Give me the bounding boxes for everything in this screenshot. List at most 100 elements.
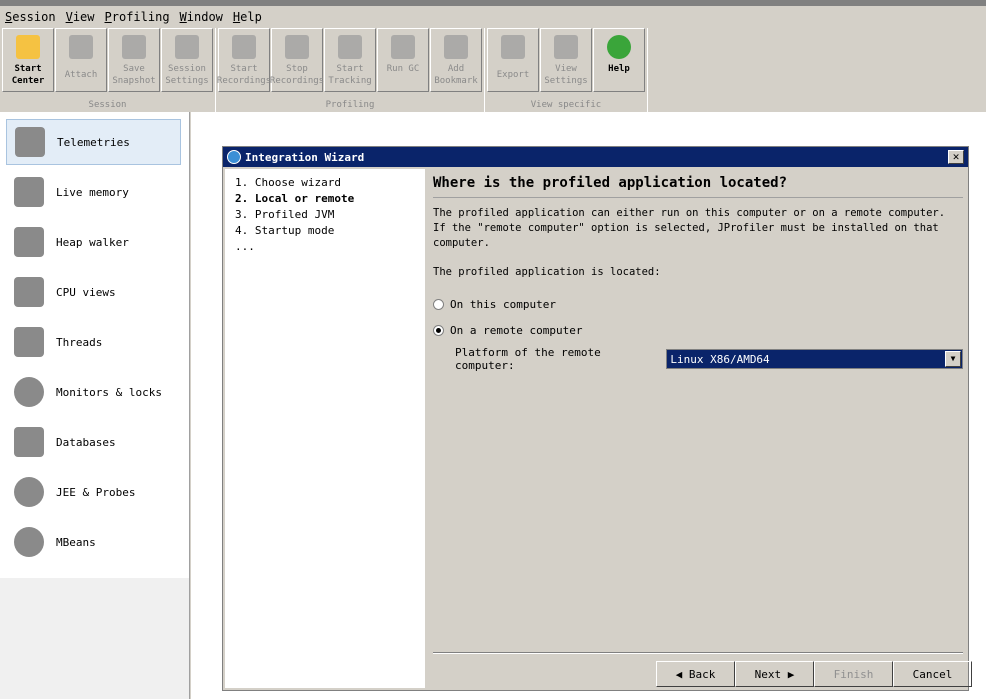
- button-label: Start Recordings: [216, 64, 272, 86]
- back-button[interactable]: ◀ Back: [656, 661, 735, 687]
- sidebar-item-heap-walker[interactable]: Heap walker: [6, 219, 181, 265]
- arrow-right-icon: ▶: [781, 667, 795, 681]
- page-heading: Where is the profiled application locate…: [433, 169, 963, 198]
- step-item-current: 2. Local or remote: [235, 192, 355, 205]
- run-gc-button[interactable]: Run GC: [377, 28, 429, 92]
- sidebar-item-mbeans[interactable]: MBeans: [6, 519, 181, 565]
- view-settings-icon: [554, 35, 578, 59]
- sidebar: Telemetries Live memory Heap walker CPU vie…: [0, 112, 190, 699]
- step-item: 4. Startup mode: [235, 224, 335, 237]
- sidebar-item-cpu-views[interactable]: CPU views: [6, 269, 181, 315]
- radio-checked-icon: [433, 324, 444, 336]
- jprofiler-icon: [227, 150, 241, 164]
- save-snapshot-button[interactable]: Save Snapshot: [108, 28, 160, 92]
- radio-this-computer[interactable]: On this computer: [433, 296, 963, 312]
- radio-remote-computer[interactable]: On a remote computer: [433, 322, 963, 338]
- finish-button[interactable]: Finish: [814, 661, 893, 687]
- button-label: Add Bookmark: [434, 64, 478, 86]
- clipboard-icon: [175, 35, 199, 59]
- radio-label: On a remote computer: [450, 323, 583, 337]
- sidebar-item-databases[interactable]: Databases: [6, 419, 181, 465]
- next-label: Next: [754, 667, 782, 681]
- button-label: Stop Recordings: [269, 64, 325, 86]
- arrow-left-icon: ◀: [675, 667, 689, 681]
- button-label: Run GC: [386, 64, 420, 74]
- sidebar-item-jee-probes[interactable]: JEE & Probes: [6, 469, 181, 515]
- sidebar-item-label: Threads: [56, 335, 103, 349]
- lock-icon: [14, 377, 44, 407]
- telemetries-icon: [15, 127, 45, 157]
- dialog-title-bar[interactable]: Integration Wizard: [223, 147, 968, 167]
- window-title-bar: [0, 0, 986, 6]
- dialog-buttons: ◀ Back Next ▶ Finish Cancel: [656, 661, 972, 687]
- platform-row: Platform of the remote computer: Linux X…: [433, 346, 963, 372]
- start-recordings-button[interactable]: Start Recordings: [216, 28, 272, 92]
- button-label: Save Snapshot: [112, 64, 156, 86]
- sidebar-item-label: Heap walker: [56, 235, 129, 249]
- menu-profiling[interactable]: Profiling: [100, 8, 175, 26]
- sidebar-item-live-memory[interactable]: Live memory: [6, 169, 181, 215]
- view-settings-button[interactable]: View Settings: [540, 28, 592, 92]
- sidebar-item-label: Telemetries: [57, 135, 130, 149]
- button-label: Start Center: [11, 64, 45, 86]
- sidebar-empty-area: [0, 578, 189, 699]
- add-bookmark-button[interactable]: Add Bookmark: [430, 28, 482, 92]
- session-settings-button[interactable]: Session Settings: [161, 28, 213, 92]
- toolbar-buttons: Start Center Attach Save Snapshot Session S…: [2, 28, 213, 94]
- toolbar-buttons: Start Recordings Stop Recordings Start Tra…: [216, 28, 482, 94]
- button-label: View Settings: [544, 64, 588, 86]
- group-label: Profiling: [325, 100, 375, 110]
- bookmark-icon: [444, 35, 468, 59]
- folder-play-icon: [16, 35, 40, 59]
- plug-icon: [69, 35, 93, 59]
- start-center-button[interactable]: Start Center: [2, 28, 54, 92]
- live-memory-icon: [14, 177, 44, 207]
- menu-help[interactable]: Help: [228, 8, 267, 26]
- recycle-icon: [391, 35, 415, 59]
- sidebar-item-label: Monitors & locks: [56, 385, 162, 399]
- button-label: Start Tracking: [328, 64, 372, 86]
- stop-recordings-button[interactable]: Stop Recordings: [269, 28, 325, 92]
- sidebar-item-threads[interactable]: Threads: [6, 319, 181, 365]
- menu-session[interactable]: Session: [0, 8, 61, 26]
- close-button[interactable]: ✕: [948, 150, 964, 164]
- sidebar-item-label: Live memory: [56, 185, 129, 199]
- help-button[interactable]: Help: [593, 28, 645, 92]
- tracking-icon: [338, 35, 362, 59]
- platform-value: Linux X86/AMD64: [670, 352, 770, 366]
- button-label: Session Settings: [165, 64, 209, 86]
- radio-label: On this computer: [450, 297, 556, 311]
- platform-label: Platform of the remote computer:: [455, 346, 601, 372]
- attach-button[interactable]: Attach: [55, 28, 107, 92]
- database-icon: [14, 427, 44, 457]
- next-button[interactable]: Next ▶: [735, 661, 814, 687]
- group-label: Session: [88, 100, 127, 110]
- menu-window[interactable]: Window: [175, 8, 228, 26]
- sidebar-item-monitors-locks[interactable]: Monitors & locks: [6, 369, 181, 415]
- group-label: View specific: [530, 100, 602, 110]
- toolbar-buttons: Export View Settings Help: [487, 28, 645, 94]
- description: The profiled application can either run …: [433, 207, 946, 249]
- step-item: 1. Choose wizard: [235, 176, 341, 189]
- wizard-steps: 1. Choose wizard 2. Local or remote 3. P…: [225, 169, 425, 688]
- export-button[interactable]: Export: [487, 28, 539, 92]
- globe-icon: [14, 527, 44, 557]
- sidebar-item-telemetries[interactable]: Telemetries: [6, 119, 181, 165]
- step-item: 3. Profiled JVM: [235, 208, 335, 221]
- export-icon: [501, 35, 525, 59]
- help-icon: [607, 35, 631, 59]
- integration-wizard-dialog: Integration Wizard ✕ 1. Choose wizard 2.…: [222, 146, 972, 691]
- film-reel-icon: [232, 35, 256, 59]
- button-label: Attach: [64, 70, 98, 80]
- threads-icon: [14, 327, 44, 357]
- back-label: Back: [688, 667, 716, 681]
- button-label: Help: [608, 64, 630, 74]
- platform-select[interactable]: Linux X86/AMD64 ▼: [666, 349, 963, 369]
- chevron-down-icon[interactable]: ▼: [945, 351, 961, 367]
- menu-view[interactable]: View: [61, 8, 100, 26]
- step-item: ...: [235, 240, 255, 253]
- start-tracking-button[interactable]: Start Tracking: [324, 28, 376, 92]
- button-label: Export: [496, 70, 530, 80]
- finish-label: Finish: [833, 667, 874, 681]
- cancel-button[interactable]: Cancel: [893, 661, 972, 687]
